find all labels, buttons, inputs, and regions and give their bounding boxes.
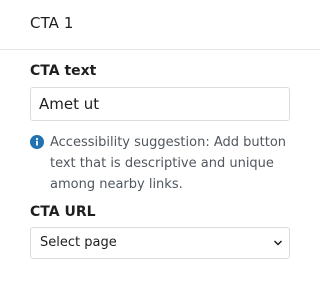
chevron-down-icon: [273, 240, 283, 246]
section-title: CTA 1: [30, 14, 74, 32]
cta-settings-panel: CTA 1 CTA text Accessibility suggestion:…: [0, 0, 320, 291]
cta-url-label: CTA URL: [30, 204, 96, 220]
accessibility-notice-text: Accessibility suggestion: Add button tex…: [50, 135, 287, 192]
cta-url-select[interactable]: Select page: [30, 227, 290, 259]
info-icon: [30, 135, 44, 149]
cta-text-label: CTA text: [30, 63, 97, 79]
cta-text-input[interactable]: [30, 87, 290, 121]
cta-url-selected-value: Select page: [40, 235, 117, 250]
section-header[interactable]: CTA 1: [0, 0, 320, 50]
